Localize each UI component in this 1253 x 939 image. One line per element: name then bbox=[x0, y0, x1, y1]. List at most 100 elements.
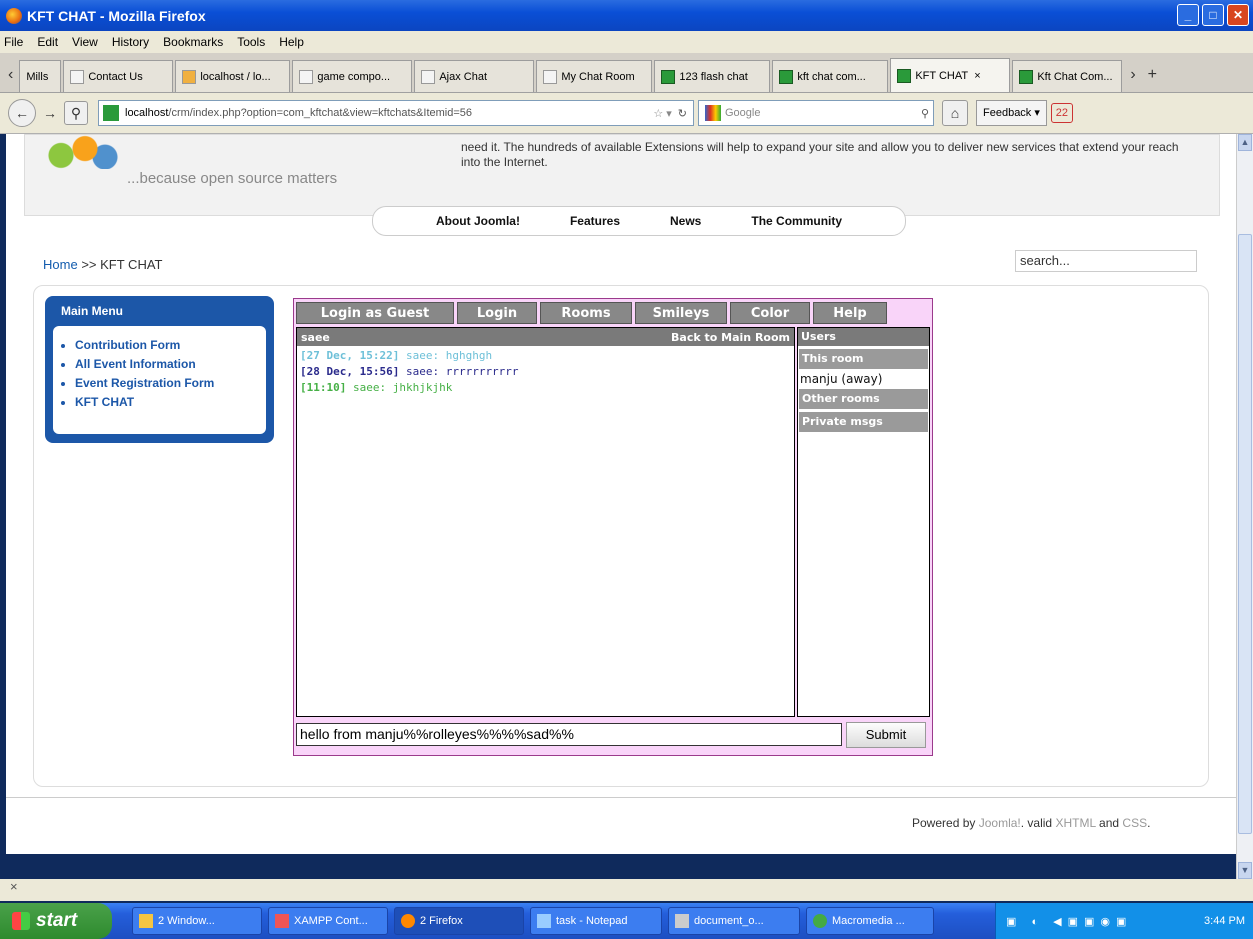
breadcrumb-home[interactable]: Home bbox=[43, 257, 78, 272]
private-msgs-section[interactable]: Private msgs bbox=[799, 412, 928, 432]
main-menu-title: Main Menu bbox=[61, 304, 123, 318]
other-rooms-section[interactable]: Other rooms bbox=[799, 389, 928, 409]
menu-view[interactable]: View bbox=[72, 35, 98, 49]
menu-tools[interactable]: Tools bbox=[237, 35, 265, 49]
site-search-input[interactable]: search... bbox=[1015, 250, 1197, 272]
chat-tab-rooms[interactable]: Rooms bbox=[540, 302, 632, 324]
back-icon[interactable]: ← bbox=[8, 99, 36, 127]
page-bottom-background bbox=[6, 854, 1236, 879]
nav-features[interactable]: Features bbox=[570, 214, 620, 228]
menu-history[interactable]: History bbox=[112, 35, 149, 49]
firefox-icon bbox=[6, 7, 22, 24]
chat-users-panel: Users This room manju (away) Other rooms… bbox=[797, 327, 930, 717]
window-title: KFT CHAT - Mozilla Firefox bbox=[27, 7, 206, 24]
submit-button[interactable]: Submit bbox=[846, 722, 926, 748]
joomla-link[interactable]: Joomla! bbox=[979, 816, 1021, 830]
vertical-scrollbar[interactable]: ▲ ▼ bbox=[1236, 134, 1253, 879]
minimize-button[interactable]: _ bbox=[1177, 4, 1199, 26]
message-time: [28 Dec, 15:56] bbox=[300, 365, 400, 378]
menu-help[interactable]: Help bbox=[279, 35, 304, 49]
chat-tab-help[interactable]: Help bbox=[813, 302, 887, 324]
xampp-icon bbox=[275, 914, 289, 928]
identity-icon[interactable]: ⚲ bbox=[64, 101, 88, 125]
tab-scroll-left-icon[interactable]: ‹ bbox=[8, 66, 13, 84]
firefox-icon bbox=[401, 914, 415, 928]
taskbar-button-document[interactable]: document_o... bbox=[668, 907, 800, 935]
chat-message: [28 Dec, 15:56] saee: rrrrrrrrrrr bbox=[297, 364, 794, 380]
scroll-down-icon[interactable]: ▼ bbox=[1238, 862, 1252, 879]
tab-kft-chat[interactable]: KFT CHAT × bbox=[890, 58, 1011, 92]
feedback-button[interactable]: Feedback ▾ bbox=[976, 100, 1047, 126]
menu-item-all-event-information[interactable]: All Event Information bbox=[75, 355, 266, 374]
nav-about-joomla[interactable]: About Joomla! bbox=[436, 214, 520, 228]
tab-kft-chat-com-2[interactable]: Kft Chat Com... bbox=[1012, 60, 1123, 92]
chat-tab-smileys[interactable]: Smileys bbox=[635, 302, 727, 324]
chat-widget: Login as Guest Login Rooms Smileys Color… bbox=[293, 298, 933, 756]
folder-icon bbox=[139, 914, 153, 928]
start-button[interactable]: start bbox=[0, 903, 112, 939]
chat-tab-login[interactable]: Login bbox=[457, 302, 537, 324]
tab-my-chat-room[interactable]: My Chat Room bbox=[536, 60, 653, 92]
taskbar-button-windows[interactable]: 2 Window... bbox=[132, 907, 262, 935]
taskbar-button-firefox[interactable]: 2 Firefox bbox=[394, 907, 524, 935]
chat-tab-color[interactable]: Color bbox=[730, 302, 810, 324]
tab-localhost[interactable]: localhost / lo... bbox=[175, 60, 291, 92]
taskbar-button-notepad[interactable]: task - Notepad bbox=[530, 907, 662, 935]
this-room-section[interactable]: This room bbox=[799, 349, 928, 369]
search-engine-box[interactable]: Google ⚲ bbox=[698, 100, 934, 126]
menu-item-contribution-form[interactable]: Contribution Form bbox=[75, 336, 266, 355]
menu-file[interactable]: File bbox=[4, 35, 23, 49]
tab-contact-us[interactable]: Contact Us bbox=[63, 60, 174, 92]
close-tab-icon[interactable]: × bbox=[974, 70, 980, 82]
xhtml-link[interactable]: XHTML bbox=[1055, 816, 1095, 830]
url-bar[interactable]: localhost/crm/index.php?option=com_kftch… bbox=[98, 100, 694, 126]
tray-icons[interactable]: ▣ ◐ ◀▣▣◉▣ bbox=[996, 915, 1132, 928]
nav-the-community[interactable]: The Community bbox=[751, 214, 842, 228]
joomla-icon bbox=[779, 69, 794, 84]
notepad-icon bbox=[537, 914, 551, 928]
chat-toolbar: Login as Guest Login Rooms Smileys Color… bbox=[296, 302, 887, 324]
menu-bookmarks[interactable]: Bookmarks bbox=[163, 35, 223, 49]
header-intro-text: need it. The hundreds of available Exten… bbox=[461, 140, 1179, 169]
menu-edit[interactable]: Edit bbox=[37, 35, 58, 49]
message-text: saee: rrrrrrrrrrr bbox=[405, 365, 519, 378]
tab-mills[interactable]: Mills bbox=[19, 60, 62, 92]
scrollbar-thumb[interactable] bbox=[1238, 234, 1252, 834]
reload-icon[interactable]: ↻ bbox=[678, 107, 687, 120]
notification-badge[interactable]: 22 bbox=[1050, 103, 1073, 123]
taskbar-button-macromedia[interactable]: Macromedia ... bbox=[806, 907, 934, 935]
menu-item-kft-chat[interactable]: KFT CHAT bbox=[75, 393, 266, 412]
tab-ajax-chat[interactable]: Ajax Chat bbox=[414, 60, 535, 92]
navigation-toolbar: ← → ⚲ localhost/crm/index.php?option=com… bbox=[0, 93, 1253, 134]
main-menu: Main Menu Contribution Form All Event In… bbox=[45, 296, 274, 443]
scroll-up-icon[interactable]: ▲ bbox=[1238, 134, 1252, 151]
nav-news[interactable]: News bbox=[670, 214, 701, 228]
tab-bar: ‹ Mills Contact Us localhost / lo... gam… bbox=[0, 53, 1253, 93]
chat-message-input[interactable]: hello from manju%%rolleyes%%%%sad%% bbox=[296, 723, 842, 746]
back-to-main-room-link[interactable]: Back to Main Room bbox=[671, 331, 790, 344]
joomla-icon bbox=[661, 69, 676, 84]
bookmark-star-icon[interactable]: ☆ ▾ bbox=[653, 107, 671, 120]
home-icon[interactable]: ⌂ bbox=[942, 100, 968, 126]
windows-taskbar: start 2 Window... XAMPP Cont... 2 Firefo… bbox=[0, 903, 1253, 939]
tab-123-flash-chat[interactable]: 123 flash chat bbox=[654, 60, 771, 92]
search-icon[interactable]: ⚲ bbox=[921, 107, 929, 120]
maximize-button[interactable]: □ bbox=[1202, 4, 1224, 26]
joomla-icon bbox=[1019, 69, 1034, 84]
message-text: saee: hghghgh bbox=[405, 349, 493, 362]
close-button[interactable]: ✕ bbox=[1227, 4, 1249, 26]
chat-message: [11:10] saee: jhkhjkjhk bbox=[297, 380, 794, 396]
new-tab-icon[interactable]: + bbox=[1148, 66, 1157, 84]
css-link[interactable]: CSS bbox=[1122, 816, 1147, 830]
menu-item-event-registration-form[interactable]: Event Registration Form bbox=[75, 374, 266, 393]
tab-game-compo[interactable]: game compo... bbox=[292, 60, 413, 92]
taskbar-button-xampp[interactable]: XAMPP Cont... bbox=[268, 907, 388, 935]
user-entry[interactable]: manju (away) bbox=[798, 369, 929, 389]
chat-tab-login-as-guest[interactable]: Login as Guest bbox=[296, 302, 454, 324]
find-bar-close-icon[interactable]: × bbox=[10, 879, 18, 894]
chat-room-header: saee Back to Main Room bbox=[297, 328, 794, 346]
forward-icon[interactable]: → bbox=[40, 103, 60, 123]
tab-scroll-right-icon[interactable]: › bbox=[1130, 66, 1135, 84]
chat-message: [27 Dec, 15:22] saee: hghghgh bbox=[297, 346, 794, 364]
tab-kft-chat-com[interactable]: kft chat com... bbox=[772, 60, 889, 92]
